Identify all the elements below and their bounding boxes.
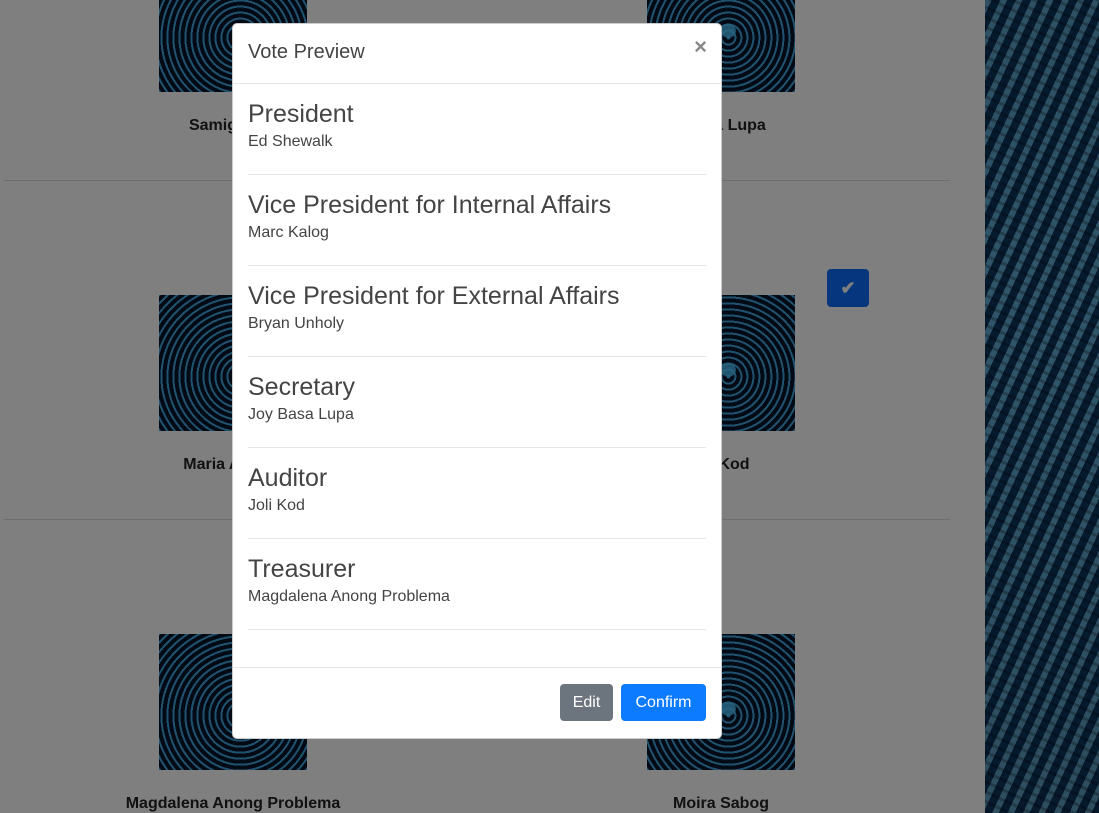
position-title: Auditor — [248, 464, 328, 492]
vote-item-president: President Ed Shewalk — [248, 84, 706, 175]
position-title: Vice President for External Affairs — [248, 282, 620, 310]
vote-preview-modal: Vote Preview × President Ed Shewalk Vice… — [232, 23, 722, 739]
vote-item-treasurer: Treasurer Magdalena Anong Problema — [248, 539, 706, 630]
modal-body: President Ed Shewalk Vice President for … — [233, 84, 721, 630]
vote-item-vp-internal: Vice President for Internal Affairs Marc… — [248, 175, 706, 266]
modal-backdrop[interactable] — [985, 0, 1099, 813]
position-title: Vice President for Internal Affairs — [248, 191, 612, 219]
modal-footer: Edit Confirm — [233, 667, 721, 738]
vote-item-vp-external: Vice President for External Affairs Brya… — [248, 266, 706, 357]
selected-candidate: Ed Shewalk — [248, 133, 333, 150]
position-title: Treasurer — [248, 555, 356, 583]
modal-header: Vote Preview × — [233, 24, 721, 84]
position-title: President — [248, 100, 354, 128]
position-title: Secretary — [248, 373, 355, 401]
vote-item-secretary: Secretary Joy Basa Lupa — [248, 357, 706, 448]
selected-candidate: Joli Kod — [248, 497, 305, 514]
vote-item-auditor: Auditor Joli Kod — [248, 448, 706, 539]
selected-candidate: Marc Kalog — [248, 224, 329, 241]
close-icon[interactable]: × — [694, 36, 707, 58]
modal-title: Vote Preview — [248, 41, 365, 63]
selected-candidate: Magdalena Anong Problema — [248, 588, 450, 605]
confirm-button[interactable]: Confirm — [621, 684, 706, 721]
selected-candidate: Bryan Unholy — [248, 315, 345, 332]
selected-candidate: Joy Basa Lupa — [248, 406, 354, 423]
edit-button[interactable]: Edit — [560, 684, 613, 721]
